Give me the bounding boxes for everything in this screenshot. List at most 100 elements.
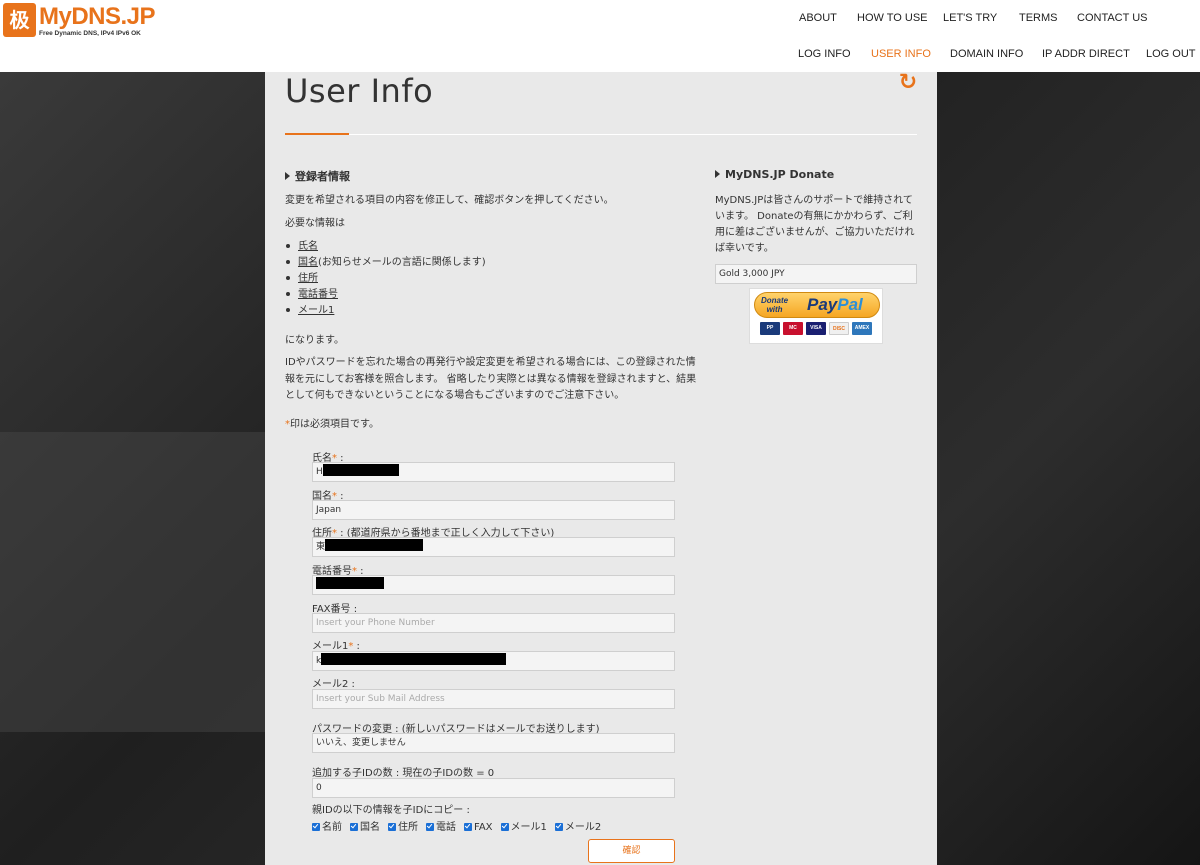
- copy-option-country[interactable]: 国名: [350, 822, 380, 833]
- paypal-brand-pay: Pay: [807, 295, 838, 314]
- paypal-card-icon: PP: [760, 322, 780, 335]
- name-field[interactable]: H: [312, 462, 675, 482]
- required-mark-text: 印は必須項目です。: [290, 419, 379, 430]
- checkbox-checked-icon[interactable]: [500, 823, 509, 831]
- nav-how-to-use[interactable]: HOW TO USE: [857, 12, 928, 24]
- name-value: H: [316, 467, 323, 477]
- background-photo: [0, 432, 265, 732]
- notice-line-1: IDやパスワードを忘れた場合の再発行や設定変更を希望される場合には、この登録され…: [285, 357, 696, 368]
- logo-tagline: Free Dynamic DNS, IPv4 IPv6 OK: [39, 30, 141, 37]
- bullet-icon: [286, 292, 290, 296]
- required-item-phone: 電話番号: [298, 289, 338, 300]
- required-item-country: 国名: [298, 257, 318, 268]
- required-lead: 必要な情報は: [285, 218, 345, 229]
- copy-option-label: 国名: [360, 822, 380, 833]
- donate-line-1: MyDNS.JPは皆さんのサポートで維持されて: [715, 195, 913, 206]
- registrant-heading: 登録者情報: [285, 168, 350, 184]
- required-item-mail1: メール1: [298, 305, 335, 316]
- confirm-button[interactable]: 確認: [588, 839, 675, 863]
- copy-option-fax[interactable]: FAX: [464, 822, 493, 833]
- child-id-field[interactable]: 0: [312, 778, 675, 798]
- paypal-button-face[interactable]: Donate with PayPal: [754, 292, 880, 318]
- title-divider: [285, 134, 917, 135]
- list-item: 電話番号: [285, 287, 338, 303]
- checkbox-checked-icon[interactable]: [554, 823, 563, 831]
- title-divider-accent: [285, 133, 349, 135]
- nav-terms[interactable]: TERMS: [1019, 12, 1058, 24]
- paypal-donate-text: Donate with: [761, 296, 788, 314]
- list-item: メール1: [285, 303, 334, 319]
- checkbox-checked-icon[interactable]: [312, 823, 320, 831]
- required-item-address: 住所: [298, 273, 318, 284]
- nav-ip-addr-direct[interactable]: IP ADDR DIRECT: [1042, 48, 1130, 60]
- copy-checkboxes: 名前 国名 住所 電話 FAX メール1 メール2: [312, 818, 609, 833]
- address-field[interactable]: 東: [312, 537, 675, 557]
- bullet-icon: [286, 308, 290, 312]
- list-item: 国名(お知らせメールの言語に関係します): [285, 255, 486, 271]
- mail1-label: メール1* :: [312, 641, 360, 652]
- paypal-donate-word: Donate: [761, 296, 789, 305]
- donate-line-2: います。 Donateの有無にかかわらず、ご利: [715, 211, 913, 222]
- nav-about[interactable]: ABOUT: [799, 12, 837, 24]
- country-field[interactable]: Japan: [312, 500, 675, 520]
- nav-user-info[interactable]: USER INFO: [871, 48, 931, 60]
- nav-log-info[interactable]: LOG INFO: [798, 48, 851, 60]
- copy-option-label: メール1: [510, 822, 547, 833]
- fax-field[interactable]: Insert your Phone Number: [312, 613, 675, 633]
- copy-option-name[interactable]: 名前: [312, 822, 342, 833]
- site-header: 极 MyDNS.JP Free Dynamic DNS, IPv4 IPv6 O…: [0, 0, 1200, 72]
- redaction-block: [322, 464, 399, 476]
- nav-contact-us[interactable]: CONTACT US: [1077, 12, 1148, 24]
- checkbox-checked-icon[interactable]: [464, 823, 472, 831]
- main-content: User Info ↻ 登録者情報 変更を希望される項目の内容を修正して、確認ボ…: [265, 70, 937, 865]
- notice-line-3: として何もできないということになる場合もございますのでご注意下さい。: [285, 390, 625, 401]
- copy-option-phone[interactable]: 電話: [426, 822, 456, 833]
- paypal-brand-pal: Pal: [837, 295, 863, 314]
- caret-right-icon: [715, 170, 720, 178]
- mail1-field[interactable]: k: [312, 651, 675, 671]
- donate-heading: MyDNS.JP Donate: [715, 168, 834, 181]
- phone-field[interactable]: [312, 575, 675, 595]
- registrant-intro: 変更を希望される項目の内容を修正して、確認ボタンを押してください。: [285, 195, 614, 206]
- payment-cards: PP MC VISA DISC AMEX: [760, 322, 872, 335]
- country-note: (お知らせメールの言語に関係します): [318, 257, 486, 268]
- list-item: 住所: [285, 271, 318, 287]
- redaction-block: [321, 653, 507, 665]
- amex-icon: AMEX: [852, 322, 872, 335]
- required-mark-note: *印は必須項目です。: [285, 417, 379, 433]
- donate-amount-select[interactable]: Gold 3,000 JPY: [715, 264, 917, 284]
- address-value: 東: [316, 542, 326, 552]
- discover-icon: DISC: [829, 322, 849, 335]
- paypal-donate-button[interactable]: Donate with PayPal PP MC VISA DISC AMEX: [749, 288, 883, 344]
- caret-right-icon: [285, 172, 290, 180]
- notice-line-2: 報を元にしてお客様を照合します。 省略したり実際とは異なる情報を登録されますと、…: [285, 374, 697, 385]
- copy-option-address[interactable]: 住所: [388, 822, 418, 833]
- checkbox-checked-icon[interactable]: [426, 823, 434, 831]
- mail2-label: メール2 :: [312, 679, 355, 690]
- page-title: User Info: [285, 72, 434, 110]
- required-tail: になります。: [285, 335, 344, 346]
- site-logo[interactable]: 极 MyDNS.JP Free Dynamic DNS, IPv4 IPv6 O…: [3, 3, 156, 39]
- copy-option-label: メール2: [564, 822, 602, 833]
- registrant-heading-text: 登録者情報: [295, 170, 350, 183]
- checkbox-checked-icon[interactable]: [388, 823, 396, 831]
- nav-domain-info[interactable]: DOMAIN INFO: [950, 48, 1023, 60]
- logo-name: MyDNS.JP: [39, 3, 156, 30]
- donate-heading-text: MyDNS.JP Donate: [725, 168, 835, 181]
- required-item-name: 氏名: [298, 241, 318, 252]
- copy-option-mail1[interactable]: メール1: [500, 822, 547, 833]
- mail2-field[interactable]: Insert your Sub Mail Address: [312, 689, 675, 709]
- refresh-icon[interactable]: ↻: [895, 70, 921, 96]
- bullet-icon: [286, 276, 290, 280]
- copy-option-mail2[interactable]: メール2: [554, 822, 602, 833]
- nav-lets-try[interactable]: LET'S TRY: [943, 12, 997, 24]
- logo-mark: 极: [3, 3, 36, 37]
- checkbox-checked-icon[interactable]: [350, 823, 358, 831]
- copy-option-label: 住所: [398, 822, 418, 833]
- copy-option-label: 電話: [436, 822, 456, 833]
- donate-line-4: ば幸いです。: [715, 243, 774, 254]
- password-select[interactable]: いいえ、変更しません: [312, 733, 675, 753]
- nav-log-out[interactable]: LOG OUT: [1146, 48, 1196, 60]
- redaction-block: [325, 539, 424, 551]
- bullet-icon: [286, 244, 290, 248]
